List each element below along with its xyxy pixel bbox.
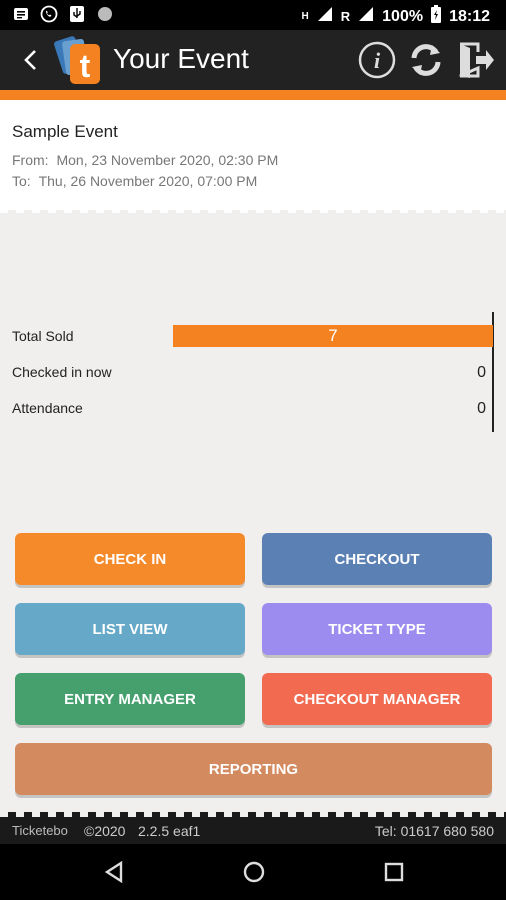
checkout-manager-button[interactable]: CHECKOUT MANAGER (262, 673, 492, 725)
usb-icon (68, 5, 86, 23)
battery-icon (431, 5, 442, 28)
logout-icon (459, 42, 494, 78)
svg-text:i: i (374, 48, 381, 73)
whatsapp-icon (40, 5, 58, 23)
message-icon (12, 5, 30, 23)
signal-icon (317, 6, 333, 27)
ticket-edge-footer (0, 812, 506, 817)
stat-bar-total-sold: 7 (173, 325, 493, 347)
refresh-icon (411, 44, 441, 76)
stat-label-total-sold: Total Sold (12, 328, 74, 344)
ticket-edge-top (0, 100, 506, 106)
entry-manager-button[interactable]: ENTRY MANAGER (15, 673, 245, 725)
footer-copyright: ©2020 (84, 823, 126, 839)
signal-icon-2 (358, 6, 374, 27)
ticketebo-logo: t (54, 34, 106, 86)
battery-percent: 100% (382, 7, 424, 25)
ticket-type-button[interactable]: TICKET TYPE (262, 603, 492, 655)
stat-label-attendance: Attendance (12, 400, 83, 416)
record-icon (96, 5, 114, 23)
event-to: To: Thu, 26 November 2020, 07:00 PM (12, 173, 257, 189)
logout-button[interactable] (456, 40, 496, 80)
from-label: From: (12, 152, 49, 168)
check-in-button[interactable]: CHECK IN (15, 533, 245, 585)
app-bar: t Your Event i (0, 30, 506, 90)
refresh-button[interactable] (406, 40, 446, 80)
chevron-left-icon (24, 50, 36, 70)
circle-home-icon (243, 861, 265, 883)
system-nav-bar (0, 844, 506, 900)
footer: Ticketebo ©2020 2.2.5 eaf1 Tel: 01617 68… (0, 812, 506, 844)
stat-value-attendance: 0 (477, 400, 486, 417)
to-value: Thu, 26 November 2020, 07:00 PM (38, 173, 258, 189)
event-name: Sample Event (12, 122, 118, 141)
page-title: Your Event (113, 43, 249, 74)
nav-back-button[interactable] (100, 858, 128, 886)
nav-home-button[interactable] (240, 858, 268, 886)
status-bar: H R 100% 18:12 (0, 0, 506, 30)
info-button[interactable]: i (357, 40, 397, 80)
from-value: Mon, 23 November 2020, 02:30 PM (56, 152, 279, 168)
triangle-back-icon (104, 861, 123, 883)
footer-phone[interactable]: Tel: 01617 680 580 (375, 823, 494, 839)
back-button[interactable] (16, 44, 44, 76)
reporting-button[interactable]: REPORTING (15, 743, 492, 795)
clock: 18:12 (449, 7, 490, 25)
checkout-button[interactable]: CHECKOUT (262, 533, 492, 585)
network-type-label: H (301, 11, 309, 22)
svg-text:t: t (80, 48, 91, 84)
ticket-edge-bottom (0, 207, 506, 213)
stat-label-checked-in: Checked in now (12, 364, 112, 380)
event-from: From: Mon, 23 November 2020, 02:30 PM (12, 152, 278, 168)
to-label: To: (12, 173, 31, 189)
stat-value-checked-in: 0 (477, 364, 486, 381)
footer-brand: Ticketebo (12, 823, 68, 838)
info-icon: i (358, 41, 396, 79)
list-view-button[interactable]: LIST VIEW (15, 603, 245, 655)
square-recents-icon (384, 862, 404, 882)
roaming-label: R (340, 9, 351, 24)
nav-recents-button[interactable] (380, 858, 408, 886)
footer-version: 2.2.5 eaf1 (138, 823, 201, 839)
